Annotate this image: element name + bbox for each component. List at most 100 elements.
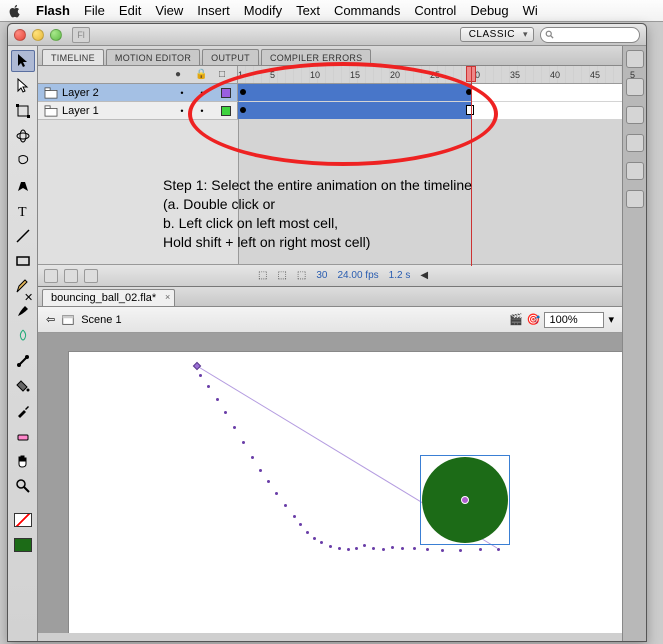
bone-tool[interactable] [11, 350, 35, 372]
ruler-tick: 25 [430, 70, 440, 80]
zoom-window-button[interactable] [50, 29, 62, 41]
eyedropper-tool[interactable] [11, 400, 35, 422]
close-window-button[interactable] [14, 29, 26, 41]
layer-outline-swatch[interactable] [221, 106, 231, 116]
tab-compiler-errors[interactable]: COMPILER ERRORS [261, 49, 372, 65]
annotation-line: Step 1: Select the entire animation on t… [163, 176, 472, 195]
right-panel-dock [622, 46, 646, 641]
annotation-line: (a. Double click or [163, 195, 472, 214]
tab-motion-editor[interactable]: MOTION EDITOR [106, 49, 200, 65]
onion-skin-outlines-button[interactable]: ⬚ [277, 270, 286, 281]
layer-row[interactable]: Layer 2 • • [38, 84, 622, 102]
lock-column-icon[interactable]: 🔒 [195, 69, 205, 80]
elapsed-time[interactable]: 1.2 s [389, 270, 411, 281]
frame-ruler[interactable]: 1510152025303540455 [238, 66, 622, 83]
menu-modify[interactable]: Modify [244, 3, 282, 18]
new-folder-button[interactable] [64, 269, 78, 283]
document-tab[interactable]: bouncing_ball_02.fla* × [42, 289, 175, 306]
search-icon [545, 30, 555, 40]
motion-path-dot [347, 548, 350, 551]
layer-lock-toggle[interactable]: • [197, 88, 207, 98]
eraser-tool[interactable] [11, 425, 35, 447]
scene-name[interactable]: Scene 1 [81, 314, 121, 326]
transform-panel-icon[interactable] [626, 162, 644, 180]
layer-info[interactable]: Layer 1 • • [38, 102, 238, 119]
menubar-app-name[interactable]: Flash [36, 3, 70, 18]
stage[interactable] [68, 351, 622, 633]
menu-file[interactable]: File [84, 3, 105, 18]
menu-view[interactable]: View [155, 3, 183, 18]
layer-lock-toggle[interactable]: • [197, 106, 207, 116]
document-tab-label: bouncing_ball_02.fla* [51, 292, 156, 304]
delete-layer-button[interactable] [84, 269, 98, 283]
lasso-tool[interactable] [11, 150, 35, 172]
edit-multiple-frames-button[interactable]: ⬚ [297, 270, 306, 281]
timeline-scroll-left[interactable]: ◀ [420, 270, 428, 281]
stroke-color-swatch[interactable] [11, 509, 35, 531]
timeline-header: ● 🔒 □ 1510152025303540455 [38, 66, 622, 84]
search-input[interactable] [540, 27, 640, 43]
motion-path-dot [224, 411, 227, 414]
zoom-input[interactable]: 100% [544, 312, 604, 328]
tab-timeline[interactable]: TIMELINE [42, 49, 104, 65]
onion-skin-button[interactable]: ⬚ [258, 270, 267, 281]
minimize-window-button[interactable] [32, 29, 44, 41]
outline-column-icon[interactable]: □ [217, 69, 227, 80]
motion-path-dot [242, 441, 245, 444]
close-document-icon[interactable]: × [165, 292, 170, 302]
zoom-tool[interactable] [11, 475, 35, 497]
stage-area [38, 333, 622, 633]
info-panel-icon[interactable] [626, 134, 644, 152]
paint-bucket-tool[interactable] [11, 375, 35, 397]
pen-tool[interactable] [11, 175, 35, 197]
new-layer-button[interactable] [44, 269, 58, 283]
path-anchor[interactable] [193, 362, 201, 370]
motion-path-dot [299, 523, 302, 526]
frame-cells[interactable] [238, 102, 622, 119]
align-panel-icon[interactable] [626, 106, 644, 124]
3d-rotation-tool[interactable] [11, 125, 35, 147]
line-tool[interactable] [11, 225, 35, 247]
free-transform-tool[interactable] [11, 100, 35, 122]
motion-path-dot [338, 547, 341, 550]
menu-window-truncated[interactable]: Wi [523, 3, 538, 18]
layer-visibility-toggle[interactable]: • [177, 88, 187, 98]
menu-control[interactable]: Control [414, 3, 456, 18]
color-panel-icon[interactable] [626, 50, 644, 68]
subselection-tool[interactable] [11, 75, 35, 97]
rectangle-tool[interactable] [11, 250, 35, 272]
menu-debug[interactable]: Debug [470, 3, 508, 18]
back-button[interactable]: ⇦ [46, 313, 55, 326]
menu-text[interactable]: Text [296, 3, 320, 18]
fill-color-swatch[interactable] [11, 534, 35, 556]
deco-tool[interactable] [11, 325, 35, 347]
frame-cells[interactable] [238, 84, 622, 101]
edit-scene-button[interactable]: 🎬 [509, 313, 523, 326]
motion-path-dot [479, 548, 482, 551]
zoom-dropdown-icon[interactable]: ▾ [608, 313, 614, 326]
edit-symbols-button[interactable]: 🎯 [527, 313, 541, 326]
swatches-panel-icon[interactable] [626, 78, 644, 96]
library-panel-icon[interactable] [626, 190, 644, 208]
menu-insert[interactable]: Insert [197, 3, 230, 18]
menu-commands[interactable]: Commands [334, 3, 400, 18]
visibility-column-icon[interactable]: ● [173, 69, 183, 80]
frame-rate[interactable]: 24.00 fps [337, 270, 378, 281]
text-tool[interactable]: T [11, 200, 35, 222]
collapse-panel-icon[interactable]: ✕ [24, 291, 36, 303]
selection-tool[interactable] [11, 50, 35, 72]
tab-output[interactable]: OUTPUT [202, 49, 259, 65]
layer-visibility-toggle[interactable]: • [177, 106, 187, 116]
timeline-panel: ● 🔒 □ 1510152025303540455 Layer 2 [38, 66, 622, 287]
hand-tool[interactable] [11, 450, 35, 472]
motion-path-dot [497, 548, 500, 551]
motion-path-dot [320, 541, 323, 544]
layer-row[interactable]: Layer 1 • • [38, 102, 622, 120]
current-frame[interactable]: 30 [316, 270, 327, 281]
workspace-dropdown[interactable]: CLASSIC [460, 27, 534, 42]
motion-path-dot [216, 398, 219, 401]
layer-info[interactable]: Layer 2 • • [38, 84, 238, 101]
menu-edit[interactable]: Edit [119, 3, 141, 18]
layer-outline-swatch[interactable] [221, 88, 231, 98]
annotation-line: Hold shift + left on right most cell) [163, 233, 472, 252]
